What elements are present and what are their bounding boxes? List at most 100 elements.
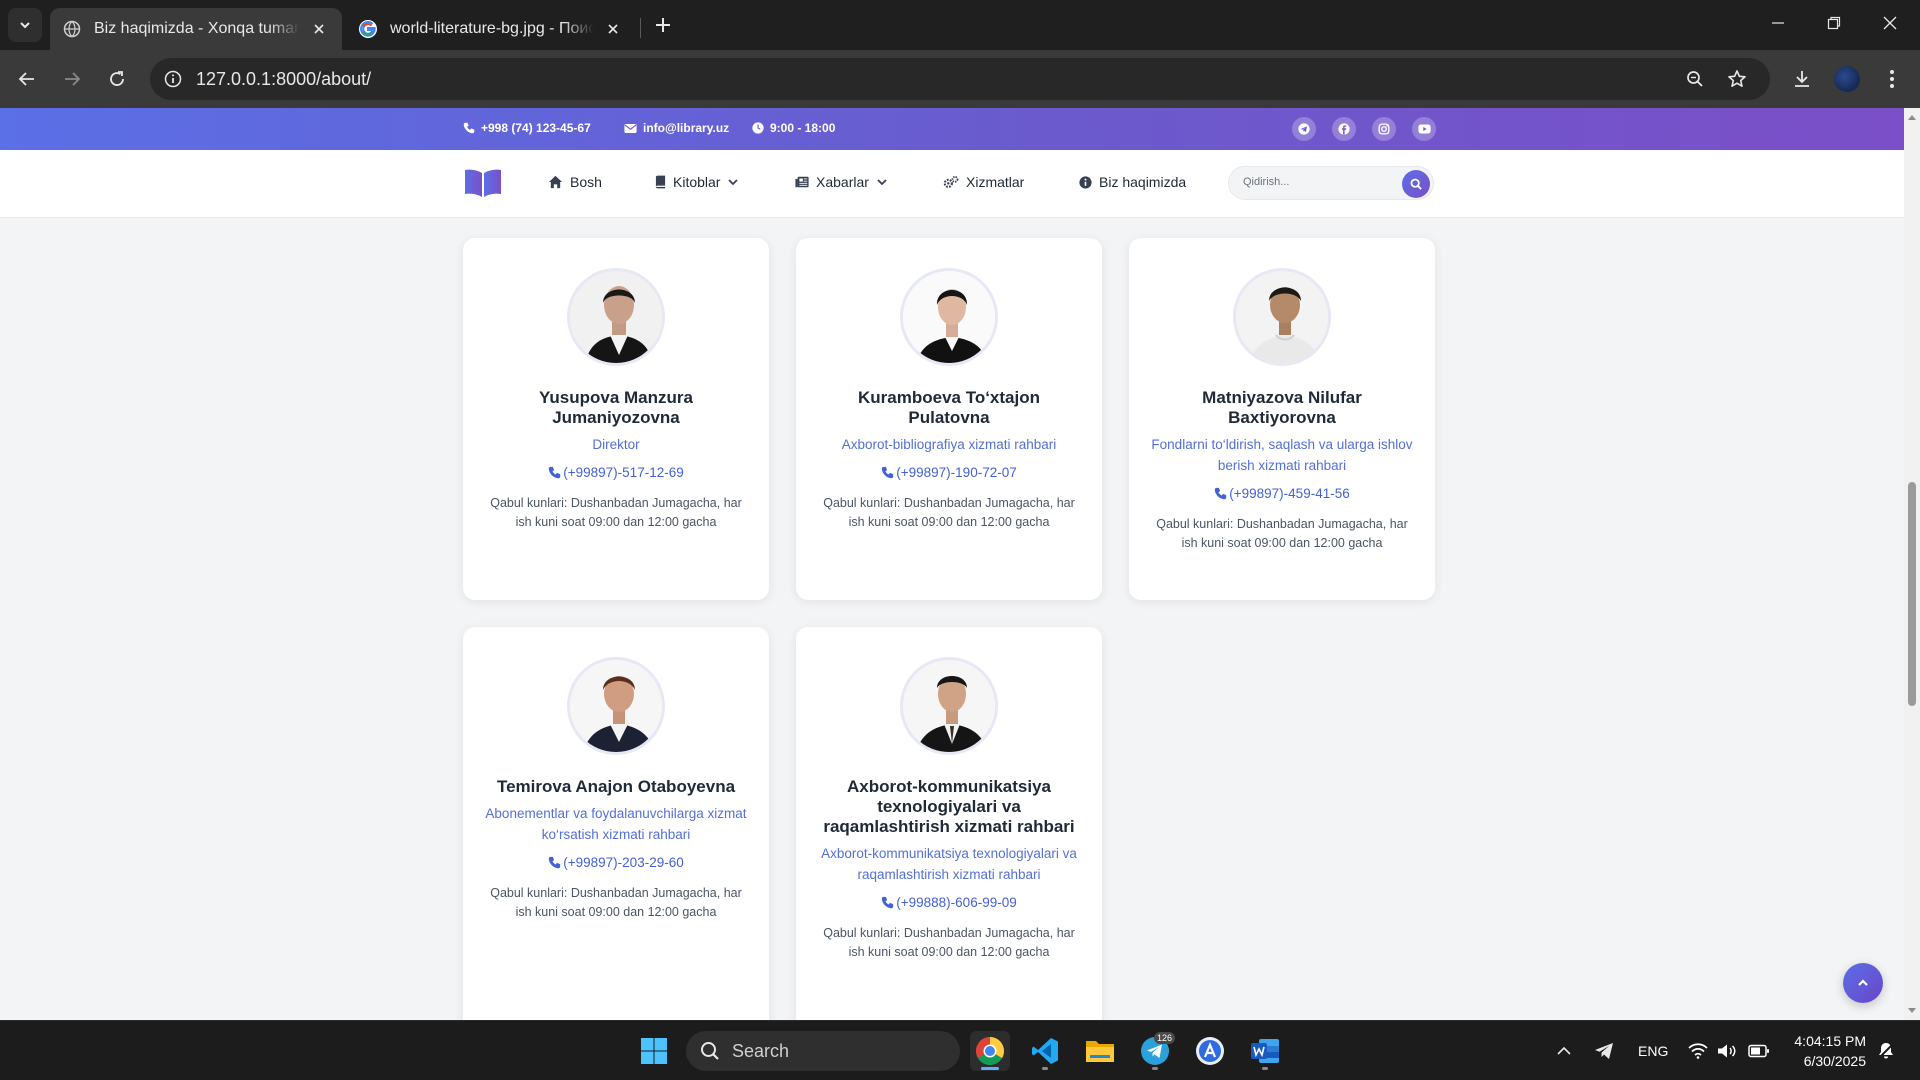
back-button[interactable] — [10, 62, 44, 96]
scroll-to-top-button[interactable] — [1843, 963, 1883, 1003]
topbar-phone[interactable]: +998 (74) 123-45-67 — [463, 121, 591, 135]
new-tab-button[interactable] — [650, 10, 676, 40]
scroll-down-arrow-icon[interactable] — [1907, 1006, 1917, 1016]
browser-tab-active[interactable]: Biz haqimizda - Xonqa tumani Axborot — [50, 8, 342, 50]
taskbar-chrome[interactable] — [970, 1031, 1010, 1071]
url-text[interactable]: 127.0.0.1:8000/about/ — [196, 69, 371, 90]
tray-overflow-button[interactable] — [1556, 1021, 1572, 1080]
telegram-icon[interactable] — [1292, 117, 1316, 141]
notifications-button[interactable] — [1876, 1021, 1896, 1080]
phone-icon — [882, 466, 894, 479]
minimize-icon — [1772, 22, 1784, 24]
downloads-button[interactable] — [1785, 62, 1819, 96]
phone-icon — [1215, 487, 1227, 500]
phone-icon — [882, 896, 894, 909]
nav-services-label[interactable]: Xizmatlar — [966, 174, 1024, 190]
library-logo-icon[interactable] — [463, 168, 503, 198]
staff-phone[interactable]: (+99897)-517-12-69 — [563, 465, 683, 480]
chevron-down-icon — [20, 22, 30, 29]
star-icon[interactable] — [1724, 66, 1750, 92]
staff-phone-link[interactable]: (+99897)-203-29-60 — [485, 855, 747, 870]
close-window-button[interactable] — [1862, 0, 1918, 46]
envelope-icon — [624, 123, 637, 133]
staff-name: Temirova Anajon Otaboyevna — [496, 777, 736, 796]
staff-hours: Qabul kunlari: Dushanbadan Jumagacha, ha… — [490, 496, 742, 529]
word-icon — [1251, 1039, 1279, 1063]
staff-phone[interactable]: (+99897)-203-29-60 — [563, 855, 683, 870]
taskbar-search[interactable]: Search — [686, 1031, 960, 1071]
avatar — [1834, 66, 1860, 92]
start-button[interactable] — [634, 1031, 674, 1071]
phone-icon — [549, 466, 561, 479]
staff-phone-link[interactable]: (+99897)-517-12-69 — [485, 465, 747, 480]
staff-phone-link[interactable]: (+99888)-606-99-09 — [818, 895, 1080, 910]
nav-home-label[interactable]: Bosh — [570, 174, 602, 190]
language-label[interactable]: ENG — [1638, 1043, 1668, 1059]
clock-time[interactable]: 4:04:15 PM — [1790, 1031, 1866, 1051]
facebook-icon[interactable] — [1332, 117, 1356, 141]
topbar-phone-text[interactable]: +998 (74) 123-45-67 — [481, 121, 591, 135]
close-icon[interactable] — [308, 18, 330, 40]
browser-menu-button[interactable] — [1875, 62, 1909, 96]
staff-card: Temirova Anajon Otaboyevna Abonementlar … — [463, 627, 769, 1020]
staff-phone-link[interactable]: (+99897)-190-72-07 — [818, 465, 1080, 480]
globe-icon — [62, 19, 82, 39]
active-indicator — [981, 1067, 999, 1070]
nav-books[interactable]: Kitoblar — [655, 174, 739, 190]
language-indicator[interactable]: ENG — [1638, 1021, 1668, 1080]
tray-telegram[interactable] — [1594, 1021, 1614, 1080]
newspaper-icon — [795, 176, 809, 188]
scroll-up-arrow-icon[interactable] — [1907, 112, 1917, 122]
search-input[interactable] — [1243, 176, 1393, 188]
wifi-icon[interactable] — [1688, 1021, 1708, 1080]
browser-tab[interactable]: world-literature-bg.jpg - Поиск в Google — [346, 8, 636, 50]
taskbar-file-explorer[interactable] — [1080, 1031, 1120, 1071]
running-indicator — [1262, 1067, 1268, 1070]
taskbar-word[interactable] — [1245, 1031, 1285, 1071]
folder-icon — [1086, 1041, 1114, 1062]
nav-home[interactable]: Bosh — [548, 174, 602, 190]
battery-icon[interactable] — [1748, 1021, 1770, 1080]
chevron-down-icon — [728, 179, 739, 186]
staff-phone[interactable]: (+99897)-459-41-56 — [1229, 486, 1349, 501]
nav-books-label[interactable]: Kitoblar — [673, 174, 720, 190]
nav-about-label[interactable]: Biz haqimizda — [1099, 174, 1186, 190]
nav-news-label[interactable]: Xabarlar — [816, 174, 869, 190]
topbar-email[interactable]: info@library.uz — [624, 121, 729, 135]
staff-phone[interactable]: (+99897)-190-72-07 — [896, 465, 1016, 480]
volume-icon[interactable] — [1717, 1021, 1737, 1080]
reload-button[interactable] — [100, 62, 134, 96]
page-scrollbar[interactable] — [1904, 108, 1920, 1020]
close-icon[interactable] — [602, 18, 624, 40]
staff-photo — [900, 268, 998, 366]
instagram-icon[interactable] — [1372, 117, 1396, 141]
scrollbar-thumb[interactable] — [1908, 482, 1916, 706]
search-button[interactable] — [1402, 170, 1430, 198]
topbar-email-text[interactable]: info@library.uz — [643, 121, 729, 135]
minimize-button[interactable] — [1750, 0, 1806, 46]
nav-news[interactable]: Xabarlar — [795, 174, 888, 190]
youtube-icon[interactable] — [1412, 117, 1436, 141]
restore-button[interactable] — [1806, 0, 1862, 46]
staff-name: Yusupova Manzura Jumaniyozovna — [539, 388, 693, 427]
tab-search-button[interactable] — [8, 8, 42, 42]
plus-icon — [656, 18, 670, 32]
clock-date[interactable]: 6/30/2025 — [1790, 1051, 1866, 1071]
site-info-icon[interactable] — [160, 66, 186, 92]
profile-button[interactable] — [1830, 62, 1864, 96]
running-indicator — [1152, 1067, 1158, 1070]
staff-hours: Qabul kunlari: Dushanbadan Jumagacha, ha… — [823, 926, 1075, 959]
nav-about[interactable]: Biz haqimizda — [1079, 174, 1186, 190]
zoom-icon[interactable] — [1682, 66, 1708, 92]
staff-role: Abonementlar va foydalanuvchilarga xizma… — [485, 806, 747, 842]
staff-phone-link[interactable]: (+99897)-459-41-56 — [1151, 486, 1413, 501]
taskbar-app-store[interactable] — [1190, 1031, 1230, 1071]
nav-services[interactable]: Xizmatlar — [943, 174, 1024, 190]
forward-button[interactable] — [55, 62, 89, 96]
taskbar-telegram[interactable]: 126 — [1135, 1031, 1175, 1071]
taskbar-search-label[interactable]: Search — [732, 1041, 789, 1062]
staff-phone[interactable]: (+99888)-606-99-09 — [896, 895, 1016, 910]
system-clock[interactable]: 4:04:15 PM 6/30/2025 — [1790, 1031, 1866, 1071]
address-bar[interactable]: 127.0.0.1:8000/about/ — [150, 58, 1770, 100]
taskbar-vscode[interactable] — [1025, 1031, 1065, 1071]
